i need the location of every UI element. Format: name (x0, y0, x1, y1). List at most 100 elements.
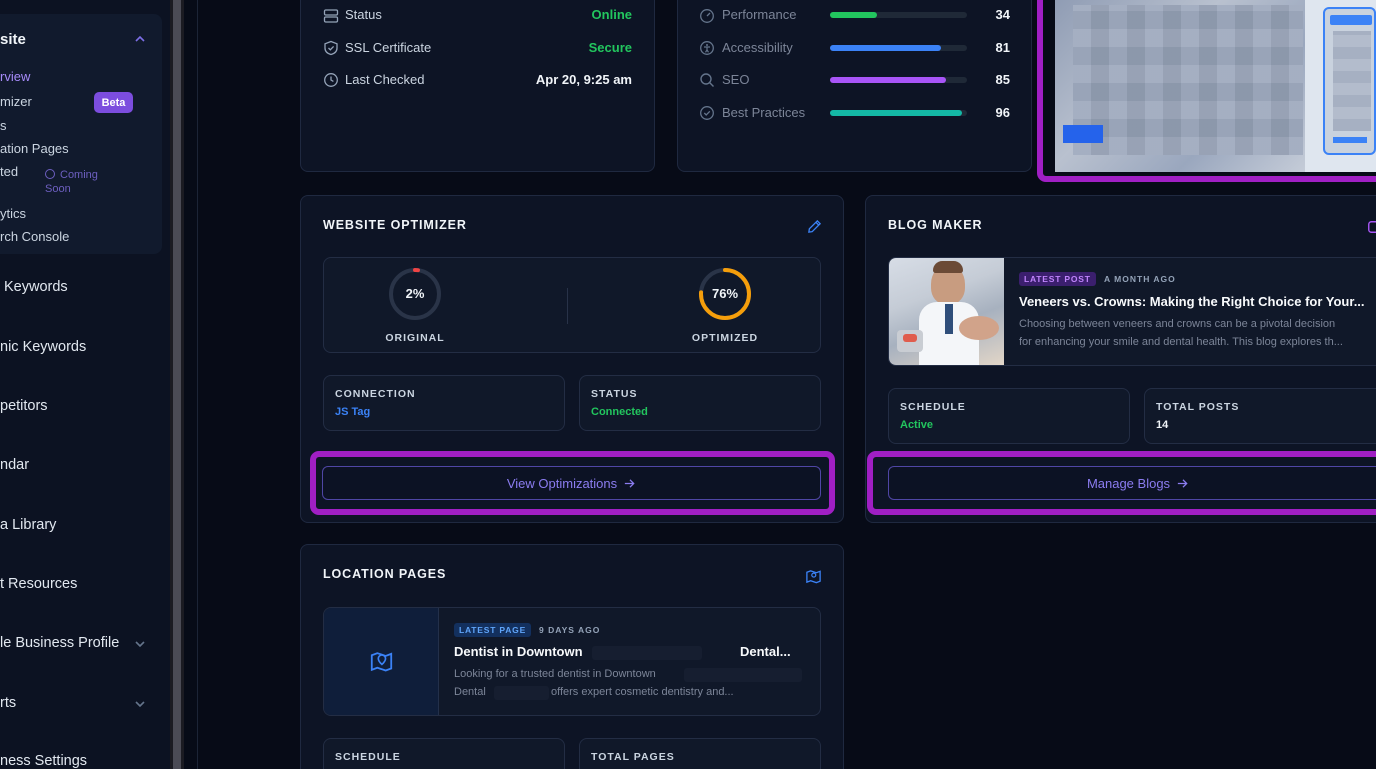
chevron-down-icon[interactable] (134, 638, 146, 650)
manage-blogs-button[interactable]: Manage Blogs (888, 466, 1376, 500)
page-excerpt-line-2b: offers expert cosmetic dentistry and... (551, 686, 734, 698)
blog-icon[interactable] (1367, 220, 1376, 234)
server-icon (323, 9, 339, 23)
sidebar-item-business-settings[interactable]: ness Settings (0, 753, 87, 769)
optimized-score-value: 76% (711, 286, 739, 301)
performance-card: Performance 34 Accessibility 81 SEO 85 B… (677, 0, 1032, 172)
card-title: LOCATION PAGES (323, 567, 447, 581)
sidebar-item-keywords[interactable]: Keywords (4, 279, 68, 295)
connection-label: CONNECTION (335, 388, 416, 400)
score-comparison-box: 2% ORIGINAL 76% OPTIMIZED (323, 257, 821, 353)
card-title: BLOG MAKER (888, 218, 983, 232)
latest-post-box[interactable]: LATEST POST A MONTH AGO Veneers vs. Crow… (888, 257, 1376, 366)
best-practices-label: Best Practices (722, 105, 806, 120)
sidebar-item-blogs[interactable]: s (0, 118, 7, 133)
view-optimizations-button[interactable]: View Optimizations (322, 466, 821, 500)
performance-label: Performance (722, 7, 797, 22)
divider (567, 288, 568, 324)
performance-bar (830, 12, 967, 18)
map-pin-icon (370, 652, 393, 672)
seo-score: 85 (995, 72, 1010, 87)
sidebar-item-media-library[interactable]: a Library (0, 517, 56, 533)
sidebar: site rview mizer Beta s ation Pages ted … (0, 0, 170, 769)
latest-page-box[interactable]: LATEST PAGE 9 DAYS AGO Dentist in Downto… (323, 607, 821, 716)
chevron-up-icon[interactable] (134, 33, 146, 45)
view-optimizations-label: View Optimizations (506, 475, 618, 491)
website-screenshot-preview[interactable] (1055, 0, 1376, 172)
status-label: STATUS (591, 388, 638, 400)
sidebar-item-analytics[interactable]: ytics (0, 206, 26, 221)
redacted-text (494, 686, 549, 700)
original-score-value: 2% (405, 286, 425, 301)
sidebar-resize-handle[interactable] (170, 0, 184, 769)
chevron-down-icon[interactable] (134, 698, 146, 710)
total-posts-value: 14 (1156, 419, 1169, 431)
best-practices-score: 96 (995, 105, 1010, 120)
sidebar-item-resources[interactable]: t Resources (0, 576, 77, 592)
check-circle-icon (700, 106, 714, 120)
status-box: STATUS Connected (579, 375, 821, 431)
seo-label: SEO (722, 72, 750, 87)
last-checked-label: Last Checked (345, 72, 425, 87)
original-label: ORIGINAL (385, 332, 445, 344)
sidebar-item-calendar[interactable]: ndar (0, 457, 29, 473)
ssl-label: SSL Certificate (345, 40, 432, 55)
post-thumbnail (889, 258, 1004, 365)
sidebar-section-website[interactable]: site (0, 31, 26, 48)
beta-badge: Beta (94, 92, 133, 113)
sidebar-item-google-business-profile[interactable]: le Business Profile (0, 635, 119, 651)
search-icon (700, 73, 714, 87)
status-value: Online (591, 7, 632, 22)
schedule-box: SCHEDULE Active (888, 388, 1130, 444)
seo-bar-fill (830, 77, 947, 83)
ssl-value: Secure (588, 40, 632, 55)
manage-blogs-label: Manage Blogs (1086, 475, 1171, 491)
total-posts-label: TOTAL POSTS (1156, 401, 1240, 413)
sidebar-item-reports[interactable]: rts (0, 695, 16, 711)
shield-check-icon (324, 40, 338, 56)
page-time: 9 DAYS AGO (539, 625, 601, 635)
sidebar-item-overview[interactable]: rview (0, 69, 30, 84)
post-title: Veneers vs. Crowns: Making the Right Cho… (1019, 294, 1365, 309)
card-title: WEBSITE OPTIMIZER (323, 218, 467, 232)
sidebar-item-optimizer[interactable]: mizer (0, 94, 32, 109)
preview-button (1063, 125, 1103, 143)
connection-value: JS Tag (335, 406, 371, 418)
pixelated-area (1073, 5, 1303, 155)
post-excerpt-line-2: for enhancing your smile and dental heal… (1019, 336, 1343, 348)
last-checked-value: Apr 20, 9:25 am (535, 72, 632, 87)
schedule-label: SCHEDULE (335, 751, 401, 763)
sidebar-item-organic-keywords[interactable]: nic Keywords (0, 339, 86, 355)
connection-box: CONNECTION JS Tag (323, 375, 565, 431)
clock-icon (324, 73, 338, 87)
schedule-box: SCHEDULE (323, 738, 565, 769)
mobile-preview (1323, 7, 1376, 155)
clock-icon (45, 169, 55, 179)
schedule-label: SCHEDULE (900, 401, 966, 413)
page-title-end: Dental... (740, 644, 791, 659)
sidebar-item-automated[interactable]: ted (0, 164, 18, 179)
app-root: site rview mizer Beta s ation Pages ted … (0, 0, 1376, 769)
sidebar-item-search-console[interactable]: rch Console (0, 229, 69, 244)
sidebar-item-competitors[interactable]: petitors (0, 398, 48, 414)
seo-bar (830, 77, 967, 83)
page-title-start: Dentist in Downtown (454, 644, 583, 659)
arrow-right-icon (625, 478, 635, 488)
sidebar-item-location-pages[interactable]: ation Pages (0, 141, 69, 156)
arrow-right-icon (1177, 478, 1188, 488)
redacted-text (592, 646, 702, 660)
post-excerpt-line-1: Choosing between veneers and crowns can … (1019, 318, 1336, 330)
edit-pencil-icon[interactable] (807, 219, 822, 234)
total-posts-box: TOTAL POSTS 14 (1144, 388, 1376, 444)
accessibility-icon (700, 41, 714, 55)
map-icon[interactable] (805, 568, 822, 585)
accessibility-label: Accessibility (722, 40, 793, 55)
performance-bar-fill (830, 12, 877, 18)
total-pages-label: TOTAL PAGES (591, 751, 675, 763)
best-practices-bar-fill (830, 110, 962, 116)
optimized-label: OPTIMIZED (691, 332, 759, 344)
accessibility-bar (830, 45, 967, 51)
post-time: A MONTH AGO (1104, 274, 1176, 284)
divider (197, 0, 198, 769)
accessibility-score: 81 (995, 40, 1010, 55)
